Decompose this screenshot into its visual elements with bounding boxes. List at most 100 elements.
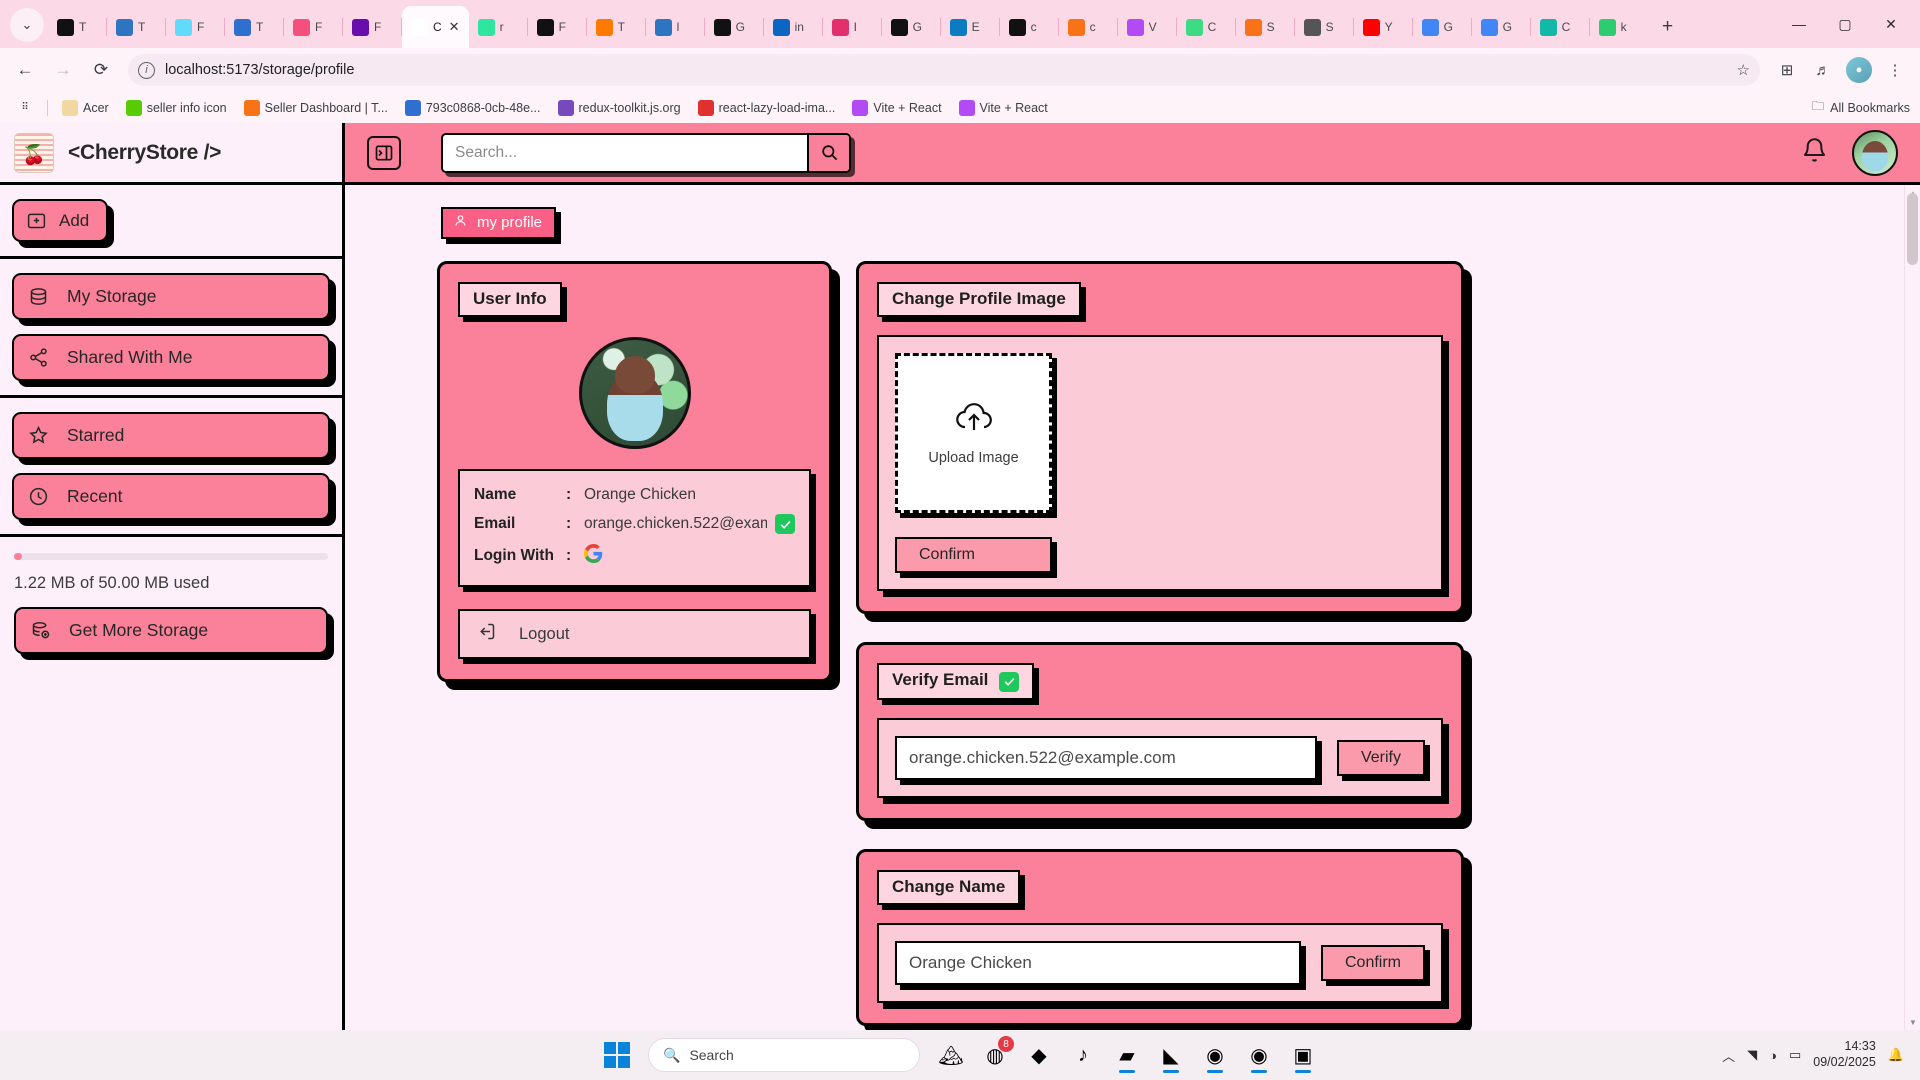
chrome-beta-icon[interactable]: ◉ xyxy=(1238,1036,1280,1074)
browser-tab[interactable]: G xyxy=(1413,6,1471,48)
google-icon xyxy=(1422,19,1439,36)
chrome-icon[interactable]: ◉ xyxy=(1194,1036,1236,1074)
browser-tab[interactable]: c xyxy=(1000,6,1058,48)
upload-image-dropzone[interactable]: Upload Image xyxy=(895,353,1052,513)
address-bar[interactable]: i localhost:5173/storage/profile ☆ xyxy=(128,54,1760,86)
google-icon xyxy=(1481,19,1498,36)
scroll-down-arrow[interactable]: ▼ xyxy=(1905,1014,1920,1030)
browser-tab[interactable]: r xyxy=(469,6,527,48)
browser-tab[interactable]: S xyxy=(1295,6,1353,48)
browser-tab[interactable]: F xyxy=(343,6,401,48)
change-name-input[interactable] xyxy=(895,941,1301,985)
bookmark-item[interactable]: react-lazy-load-ima... xyxy=(691,97,843,119)
tray-chevron-icon[interactable]: ︿ xyxy=(1722,1046,1735,1065)
scrollbar-thumb[interactable] xyxy=(1907,193,1918,265)
verify-email-input[interactable] xyxy=(895,736,1317,780)
browser-tab[interactable]: T xyxy=(587,6,645,48)
sidebar-item-recent[interactable]: Recent xyxy=(12,473,330,520)
browser-tab[interactable]: T xyxy=(225,6,283,48)
browser-tab[interactable]: F xyxy=(166,6,224,48)
browser-tab[interactable]: T xyxy=(48,6,106,48)
stack-icon xyxy=(1304,19,1321,36)
browser-tab[interactable]: C xyxy=(1531,6,1589,48)
all-bookmarks[interactable]: 🗀 All Bookmarks xyxy=(1812,97,1910,118)
wifi-icon[interactable]: ◥ xyxy=(1747,1047,1757,1063)
browser-tab[interactable]: F xyxy=(284,6,342,48)
browser-tab[interactable]: V xyxy=(1118,6,1176,48)
browser-tab[interactable]: E xyxy=(941,6,999,48)
confirm-image-button[interactable]: Confirm xyxy=(895,537,1052,573)
bookmark-item[interactable]: seller info icon xyxy=(119,97,234,119)
browser-tab[interactable]: G xyxy=(1472,6,1530,48)
profile-photo[interactable] xyxy=(579,337,691,449)
vertical-scrollbar[interactable]: ▲ ▼ xyxy=(1904,185,1920,1030)
browser-tab[interactable]: G xyxy=(882,6,940,48)
bookmark-item[interactable]: redux-toolkit.js.org xyxy=(551,97,688,119)
tab-label: I xyxy=(854,20,857,34)
change-name-title: Change Name xyxy=(877,870,1020,905)
reload-button[interactable]: ⟳ xyxy=(84,53,118,87)
browser-tab[interactable]: C xyxy=(1177,6,1235,48)
tiktok-icon[interactable]: ♪ xyxy=(1062,1036,1104,1074)
copilot-icon[interactable]: ◆ xyxy=(1018,1036,1060,1074)
volume-icon[interactable]: ◑ xyxy=(1769,1048,1777,1063)
back-button[interactable]: ← xyxy=(8,53,42,87)
bookmark-item[interactable]: Seller Dashboard | T... xyxy=(237,97,395,119)
search-input[interactable] xyxy=(443,135,807,171)
browser-tab[interactable]: G xyxy=(705,6,763,48)
clock[interactable]: 14:33 09/02/2025 xyxy=(1813,1039,1876,1070)
browser-tab[interactable]: c xyxy=(1059,6,1117,48)
whatsapp-icon[interactable]: ◍8 xyxy=(974,1036,1016,1074)
browser-tab[interactable]: I xyxy=(823,6,881,48)
new-tab-button[interactable]: + xyxy=(1654,13,1682,41)
get-more-storage-button[interactable]: Get More Storage xyxy=(14,607,328,654)
browser-tab[interactable]: C✕ xyxy=(402,6,469,48)
widgets-icon[interactable]: 🏔 xyxy=(930,1036,972,1074)
avatar[interactable] xyxy=(1852,130,1898,176)
browser-tab[interactable]: F xyxy=(528,6,586,48)
bookmark-item[interactable]: Acer xyxy=(55,97,116,119)
bookmark-item[interactable]: 793c0868-0cb-48e... xyxy=(398,97,548,119)
verify-button[interactable]: Verify xyxy=(1337,740,1425,776)
sidebar-item-add[interactable]: Add xyxy=(12,199,108,242)
apps-shortcut[interactable]: ⠿ xyxy=(10,97,40,119)
confirm-name-button[interactable]: Confirm xyxy=(1321,945,1425,981)
minimize-button[interactable]: — xyxy=(1776,4,1822,44)
start-button[interactable] xyxy=(596,1036,638,1074)
browser-tab[interactable]: k xyxy=(1590,6,1648,48)
profile-avatar-icon[interactable]: ● xyxy=(1846,57,1872,83)
search-button[interactable] xyxy=(807,135,849,171)
running-indicator xyxy=(1251,1070,1267,1073)
notification-bell-icon[interactable]: 🔔 xyxy=(1888,1047,1904,1063)
media-control-icon[interactable]: ♬ xyxy=(1806,53,1840,87)
browser-tab[interactable]: Y xyxy=(1354,6,1412,48)
tab-search-button[interactable]: ⌄ xyxy=(10,8,44,42)
browser-tab[interactable]: T xyxy=(107,6,165,48)
battery-icon[interactable]: ▭ xyxy=(1789,1047,1801,1063)
vscode-icon[interactable]: ◣ xyxy=(1150,1036,1192,1074)
site-info-icon[interactable]: i xyxy=(138,62,155,79)
terminal-icon[interactable]: ▣ xyxy=(1282,1036,1324,1074)
maximize-button[interactable]: ▢ xyxy=(1822,4,1868,44)
sidebar-item-my-storage[interactable]: My Storage xyxy=(12,273,330,320)
taskbar-search[interactable]: 🔍 Search xyxy=(648,1038,920,1072)
sidebar-item-shared-with-me[interactable]: Shared With Me xyxy=(12,334,330,381)
bookmark-item[interactable]: Vite + React xyxy=(952,97,1055,119)
forward-button[interactable]: → xyxy=(46,53,80,87)
sidebar-collapse-button[interactable] xyxy=(367,136,401,170)
browser-tab[interactable]: l xyxy=(646,6,704,48)
search-bar[interactable] xyxy=(441,133,851,173)
bell-icon[interactable] xyxy=(1801,137,1828,169)
bookmark-item[interactable]: Vite + React xyxy=(845,97,948,119)
browser-tab[interactable]: S xyxy=(1236,6,1294,48)
chrome-menu-icon[interactable]: ⋮ xyxy=(1878,53,1912,87)
sidebar-item-starred[interactable]: Starred xyxy=(12,412,330,459)
logout-button[interactable]: Logout xyxy=(458,609,811,659)
tab-close-icon[interactable]: ✕ xyxy=(449,19,460,35)
file-explorer-icon[interactable]: ▰ xyxy=(1106,1036,1148,1074)
extensions-icon[interactable]: ⊞ xyxy=(1770,53,1804,87)
close-button[interactable]: ✕ xyxy=(1868,4,1914,44)
bookmark-star-icon[interactable]: ☆ xyxy=(1737,61,1750,79)
tab-label: F xyxy=(197,20,204,34)
browser-tab[interactable]: in xyxy=(764,6,822,48)
